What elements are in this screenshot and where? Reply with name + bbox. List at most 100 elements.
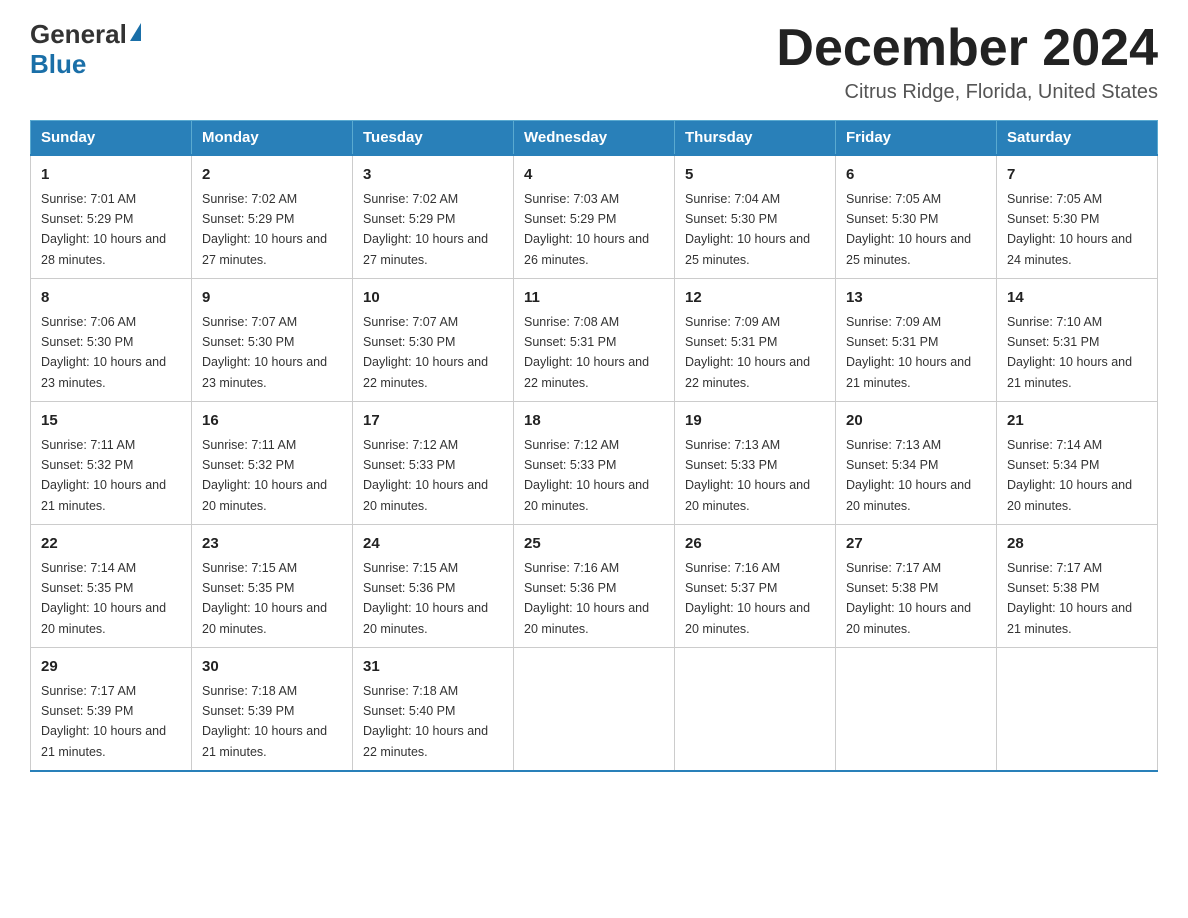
day-cell: 12 Sunrise: 7:09 AMSunset: 5:31 PMDaylig…: [675, 279, 836, 402]
day-number: 16: [202, 410, 342, 433]
day-cell: 6 Sunrise: 7:05 AMSunset: 5:30 PMDayligh…: [836, 155, 997, 279]
day-cell: [514, 648, 675, 772]
calendar-table: SundayMondayTuesdayWednesdayThursdayFrid…: [30, 120, 1158, 772]
day-cell: [836, 648, 997, 772]
day-cell: 17 Sunrise: 7:12 AMSunset: 5:33 PMDaylig…: [353, 402, 514, 525]
day-cell: 11 Sunrise: 7:08 AMSunset: 5:31 PMDaylig…: [514, 279, 675, 402]
logo-blue-text: Blue: [30, 49, 86, 80]
header-row: SundayMondayTuesdayWednesdayThursdayFrid…: [31, 121, 1158, 156]
day-number: 12: [685, 287, 825, 310]
day-cell: 10 Sunrise: 7:07 AMSunset: 5:30 PMDaylig…: [353, 279, 514, 402]
day-number: 15: [41, 410, 181, 433]
col-header-wednesday: Wednesday: [514, 121, 675, 156]
day-cell: [675, 648, 836, 772]
day-info: Sunrise: 7:08 AMSunset: 5:31 PMDaylight:…: [524, 315, 649, 390]
title-area: December 2024 Citrus Ridge, Florida, Uni…: [776, 20, 1158, 104]
day-cell: 20 Sunrise: 7:13 AMSunset: 5:34 PMDaylig…: [836, 402, 997, 525]
day-info: Sunrise: 7:16 AMSunset: 5:36 PMDaylight:…: [524, 561, 649, 636]
day-cell: [997, 648, 1158, 772]
day-info: Sunrise: 7:04 AMSunset: 5:30 PMDaylight:…: [685, 192, 810, 267]
day-info: Sunrise: 7:13 AMSunset: 5:34 PMDaylight:…: [846, 438, 971, 513]
day-number: 14: [1007, 287, 1147, 310]
day-number: 4: [524, 164, 664, 187]
day-cell: 22 Sunrise: 7:14 AMSunset: 5:35 PMDaylig…: [31, 525, 192, 648]
day-info: Sunrise: 7:15 AMSunset: 5:35 PMDaylight:…: [202, 561, 327, 636]
day-cell: 4 Sunrise: 7:03 AMSunset: 5:29 PMDayligh…: [514, 155, 675, 279]
day-number: 13: [846, 287, 986, 310]
day-number: 18: [524, 410, 664, 433]
day-info: Sunrise: 7:11 AMSunset: 5:32 PMDaylight:…: [202, 438, 327, 513]
day-number: 2: [202, 164, 342, 187]
day-cell: 31 Sunrise: 7:18 AMSunset: 5:40 PMDaylig…: [353, 648, 514, 772]
day-cell: 26 Sunrise: 7:16 AMSunset: 5:37 PMDaylig…: [675, 525, 836, 648]
day-info: Sunrise: 7:09 AMSunset: 5:31 PMDaylight:…: [685, 315, 810, 390]
day-number: 26: [685, 533, 825, 556]
day-number: 17: [363, 410, 503, 433]
day-cell: 21 Sunrise: 7:14 AMSunset: 5:34 PMDaylig…: [997, 402, 1158, 525]
day-info: Sunrise: 7:17 AMSunset: 5:39 PMDaylight:…: [41, 684, 166, 759]
col-header-sunday: Sunday: [31, 121, 192, 156]
col-header-thursday: Thursday: [675, 121, 836, 156]
day-info: Sunrise: 7:09 AMSunset: 5:31 PMDaylight:…: [846, 315, 971, 390]
day-number: 24: [363, 533, 503, 556]
day-info: Sunrise: 7:12 AMSunset: 5:33 PMDaylight:…: [363, 438, 488, 513]
day-info: Sunrise: 7:06 AMSunset: 5:30 PMDaylight:…: [41, 315, 166, 390]
day-info: Sunrise: 7:07 AMSunset: 5:30 PMDaylight:…: [202, 315, 327, 390]
day-cell: 2 Sunrise: 7:02 AMSunset: 5:29 PMDayligh…: [192, 155, 353, 279]
day-cell: 13 Sunrise: 7:09 AMSunset: 5:31 PMDaylig…: [836, 279, 997, 402]
day-cell: 30 Sunrise: 7:18 AMSunset: 5:39 PMDaylig…: [192, 648, 353, 772]
day-info: Sunrise: 7:18 AMSunset: 5:39 PMDaylight:…: [202, 684, 327, 759]
day-number: 8: [41, 287, 181, 310]
day-number: 31: [363, 656, 503, 679]
week-row-3: 15 Sunrise: 7:11 AMSunset: 5:32 PMDaylig…: [31, 402, 1158, 525]
day-info: Sunrise: 7:11 AMSunset: 5:32 PMDaylight:…: [41, 438, 166, 513]
day-number: 30: [202, 656, 342, 679]
day-info: Sunrise: 7:18 AMSunset: 5:40 PMDaylight:…: [363, 684, 488, 759]
col-header-friday: Friday: [836, 121, 997, 156]
day-info: Sunrise: 7:07 AMSunset: 5:30 PMDaylight:…: [363, 315, 488, 390]
day-info: Sunrise: 7:03 AMSunset: 5:29 PMDaylight:…: [524, 192, 649, 267]
day-number: 19: [685, 410, 825, 433]
day-info: Sunrise: 7:10 AMSunset: 5:31 PMDaylight:…: [1007, 315, 1132, 390]
col-header-tuesday: Tuesday: [353, 121, 514, 156]
header: General Blue December 2024 Citrus Ridge,…: [30, 20, 1158, 104]
col-header-monday: Monday: [192, 121, 353, 156]
day-cell: 29 Sunrise: 7:17 AMSunset: 5:39 PMDaylig…: [31, 648, 192, 772]
day-cell: 28 Sunrise: 7:17 AMSunset: 5:38 PMDaylig…: [997, 525, 1158, 648]
day-number: 29: [41, 656, 181, 679]
week-row-1: 1 Sunrise: 7:01 AMSunset: 5:29 PMDayligh…: [31, 155, 1158, 279]
day-info: Sunrise: 7:02 AMSunset: 5:29 PMDaylight:…: [202, 192, 327, 267]
day-info: Sunrise: 7:16 AMSunset: 5:37 PMDaylight:…: [685, 561, 810, 636]
day-cell: 5 Sunrise: 7:04 AMSunset: 5:30 PMDayligh…: [675, 155, 836, 279]
day-info: Sunrise: 7:01 AMSunset: 5:29 PMDaylight:…: [41, 192, 166, 267]
day-cell: 9 Sunrise: 7:07 AMSunset: 5:30 PMDayligh…: [192, 279, 353, 402]
day-cell: 7 Sunrise: 7:05 AMSunset: 5:30 PMDayligh…: [997, 155, 1158, 279]
logo-general-text: General: [30, 20, 127, 49]
month-title: December 2024: [776, 20, 1158, 77]
day-info: Sunrise: 7:12 AMSunset: 5:33 PMDaylight:…: [524, 438, 649, 513]
day-number: 11: [524, 287, 664, 310]
day-info: Sunrise: 7:17 AMSunset: 5:38 PMDaylight:…: [846, 561, 971, 636]
logo: General Blue: [30, 20, 141, 80]
location-subtitle: Citrus Ridge, Florida, United States: [776, 81, 1158, 104]
logo-triangle-icon: [130, 23, 141, 41]
day-number: 3: [363, 164, 503, 187]
day-cell: 19 Sunrise: 7:13 AMSunset: 5:33 PMDaylig…: [675, 402, 836, 525]
day-cell: 16 Sunrise: 7:11 AMSunset: 5:32 PMDaylig…: [192, 402, 353, 525]
day-cell: 15 Sunrise: 7:11 AMSunset: 5:32 PMDaylig…: [31, 402, 192, 525]
day-cell: 25 Sunrise: 7:16 AMSunset: 5:36 PMDaylig…: [514, 525, 675, 648]
day-info: Sunrise: 7:05 AMSunset: 5:30 PMDaylight:…: [846, 192, 971, 267]
day-number: 25: [524, 533, 664, 556]
day-number: 23: [202, 533, 342, 556]
day-cell: 8 Sunrise: 7:06 AMSunset: 5:30 PMDayligh…: [31, 279, 192, 402]
day-cell: 23 Sunrise: 7:15 AMSunset: 5:35 PMDaylig…: [192, 525, 353, 648]
day-cell: 27 Sunrise: 7:17 AMSunset: 5:38 PMDaylig…: [836, 525, 997, 648]
day-cell: 3 Sunrise: 7:02 AMSunset: 5:29 PMDayligh…: [353, 155, 514, 279]
week-row-5: 29 Sunrise: 7:17 AMSunset: 5:39 PMDaylig…: [31, 648, 1158, 772]
day-number: 28: [1007, 533, 1147, 556]
day-info: Sunrise: 7:13 AMSunset: 5:33 PMDaylight:…: [685, 438, 810, 513]
day-number: 5: [685, 164, 825, 187]
day-cell: 14 Sunrise: 7:10 AMSunset: 5:31 PMDaylig…: [997, 279, 1158, 402]
day-info: Sunrise: 7:15 AMSunset: 5:36 PMDaylight:…: [363, 561, 488, 636]
day-cell: 1 Sunrise: 7:01 AMSunset: 5:29 PMDayligh…: [31, 155, 192, 279]
